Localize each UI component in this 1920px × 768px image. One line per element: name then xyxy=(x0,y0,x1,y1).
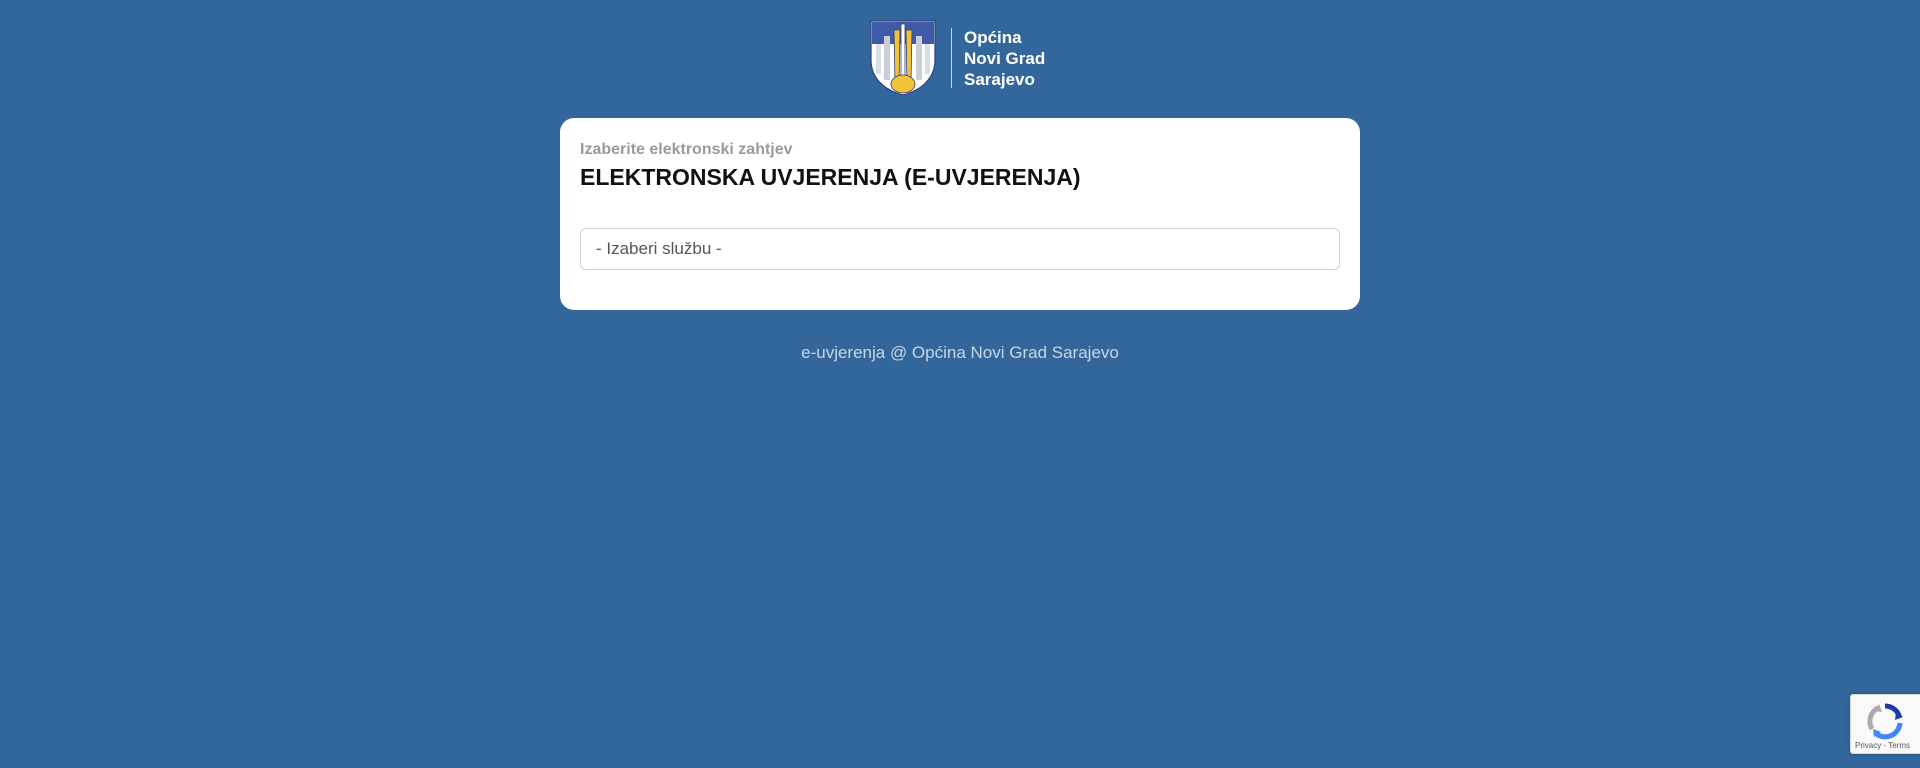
logo-divider xyxy=(951,28,952,88)
recaptcha-terms-link[interactable]: Terms xyxy=(1888,741,1910,750)
recaptcha-privacy-link[interactable]: Privacy xyxy=(1855,741,1881,750)
logo-line-1: Općina xyxy=(964,27,1022,47)
card-title: ELEKTRONSKA UVJERENJA (E-UVJERENJA) xyxy=(580,164,1081,190)
service-select-value: - Izaberi službu - xyxy=(596,239,722,258)
recaptcha-links: Privacy - Terms xyxy=(1855,741,1910,750)
service-select[interactable]: - Izaberi službu - xyxy=(580,228,1340,270)
footer-text: e-uvjerenja @ Općina Novi Grad Sarajevo xyxy=(801,343,1119,362)
recaptcha-icon xyxy=(1867,703,1903,740)
card-subtitle: Izaberite elektronski zahtjev xyxy=(580,141,793,158)
municipality-crest-icon xyxy=(870,20,936,96)
recaptcha-badge[interactable]: Privacy - Terms xyxy=(1850,694,1920,754)
logo-text: Općina Novi Grad Sarajevo xyxy=(964,27,1045,90)
logo-line-3: Sarajevo xyxy=(964,69,1035,89)
logo-line-2: Novi Grad xyxy=(964,48,1046,68)
request-card: Izaberite elektronski zahtjev ELEKTRONSK… xyxy=(560,118,1360,310)
page: Općina Novi Grad Sarajevo Izaberite elek… xyxy=(0,0,1920,768)
site-logo[interactable]: Općina Novi Grad Sarajevo xyxy=(870,20,1045,96)
